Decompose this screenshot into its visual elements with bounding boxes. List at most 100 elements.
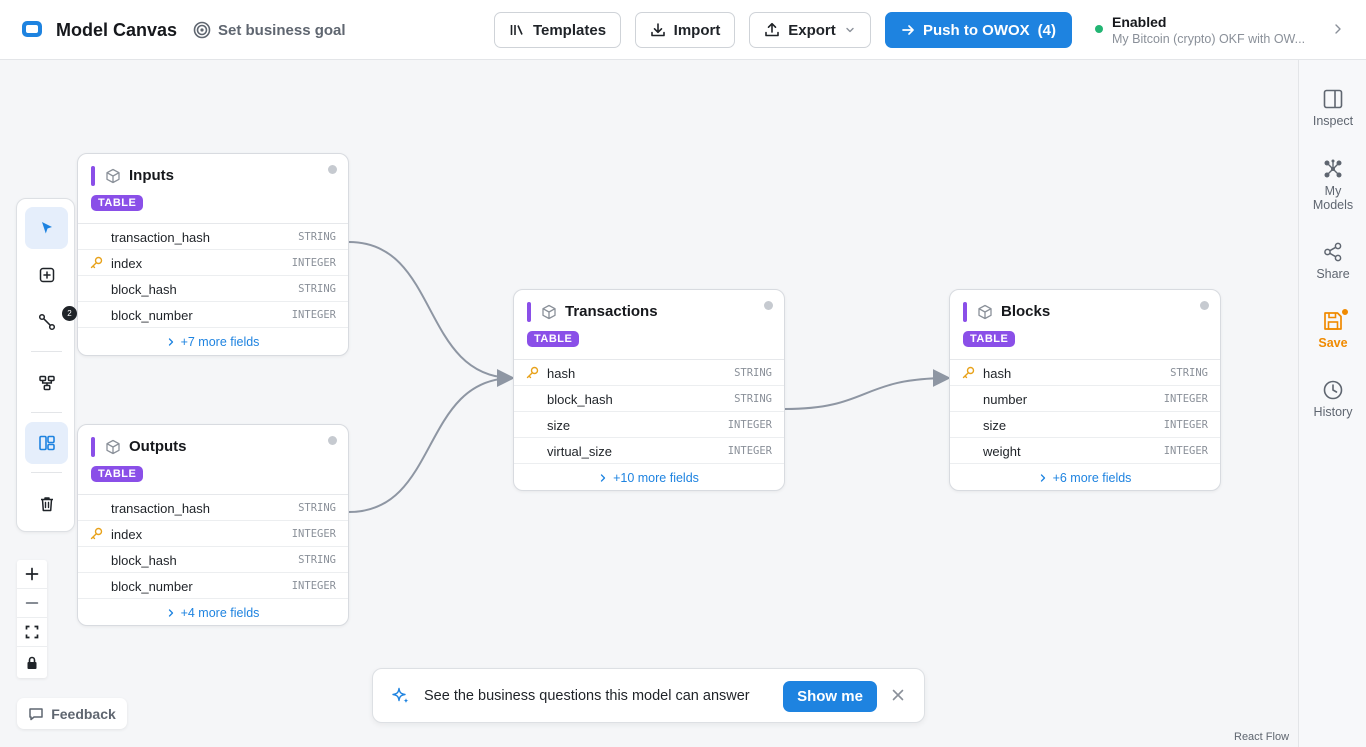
field-name: weight bbox=[983, 444, 1021, 459]
more-fields-link[interactable]: +6 more fields bbox=[950, 464, 1220, 490]
plus-square-icon bbox=[39, 267, 54, 283]
save-button[interactable]: Save bbox=[1299, 308, 1366, 350]
lock-icon bbox=[27, 656, 37, 669]
share-label: Share bbox=[1316, 267, 1350, 281]
arrow-right-icon bbox=[902, 25, 914, 35]
field-row[interactable]: block_hash STRING bbox=[78, 276, 348, 302]
plus-icon bbox=[25, 567, 39, 581]
inspect-button[interactable]: Inspect bbox=[1299, 88, 1366, 128]
show-me-button[interactable]: Show me bbox=[783, 681, 877, 712]
field-row[interactable]: transaction_hash STRING bbox=[78, 495, 348, 521]
field-row[interactable]: block_hash STRING bbox=[78, 547, 348, 573]
field-type: STRING bbox=[298, 554, 336, 566]
cube-icon bbox=[542, 304, 556, 320]
field-name: number bbox=[983, 392, 1028, 407]
feedback-button[interactable]: Feedback bbox=[17, 698, 127, 729]
layout-icon bbox=[38, 435, 55, 451]
cube-icon bbox=[978, 304, 992, 320]
field-type: INTEGER bbox=[1163, 419, 1208, 431]
field-type: STRING bbox=[734, 367, 772, 379]
save-label: Save bbox=[1318, 336, 1348, 350]
node-handle-dot[interactable] bbox=[1200, 301, 1209, 310]
node-outputs[interactable]: Outputs TABLE transaction_hash STRING in… bbox=[77, 424, 349, 626]
react-flow-attribution[interactable]: React Flow bbox=[1234, 731, 1289, 743]
chevron-right-icon bbox=[168, 337, 173, 346]
export-dropdown-button[interactable]: Export bbox=[749, 12, 871, 48]
node-color-bar bbox=[91, 437, 95, 457]
chevron-down-icon bbox=[846, 27, 854, 33]
node-handle-dot[interactable] bbox=[328, 436, 337, 445]
fit-view-button[interactable] bbox=[17, 618, 47, 647]
key-icon bbox=[90, 256, 103, 269]
hierarchy-icon bbox=[38, 375, 55, 391]
my-models-button[interactable]: My Models bbox=[1299, 158, 1366, 212]
node-color-bar bbox=[91, 166, 95, 186]
more-fields-link[interactable]: +7 more fields bbox=[78, 328, 348, 355]
field-row[interactable]: transaction_hash STRING bbox=[78, 224, 348, 250]
unsaved-indicator bbox=[1341, 308, 1349, 316]
select-tool-button[interactable] bbox=[25, 207, 68, 249]
node-blocks[interactable]: Blocks TABLE hash STRING number INTEGER … bbox=[949, 289, 1221, 491]
connect-tool-button[interactable]: 2 bbox=[25, 301, 77, 343]
field-row[interactable]: hash STRING bbox=[950, 360, 1220, 386]
close-icon[interactable] bbox=[891, 688, 905, 702]
node-header: Outputs TABLE bbox=[78, 425, 348, 495]
business-questions-banner: See the business questions this model ca… bbox=[372, 668, 925, 723]
lock-canvas-button[interactable] bbox=[17, 647, 47, 678]
field-row[interactable]: size INTEGER bbox=[950, 412, 1220, 438]
model-status[interactable]: Enabled My Bitcoin (crypto) OKF with OW.… bbox=[1095, 13, 1350, 47]
node-header: Blocks TABLE bbox=[950, 290, 1220, 360]
chevron-right-icon bbox=[1335, 24, 1341, 34]
more-fields-link[interactable]: +4 more fields bbox=[78, 599, 348, 625]
field-row[interactable]: block_hash STRING bbox=[514, 386, 784, 412]
node-handle-dot[interactable] bbox=[764, 301, 773, 310]
app-title: Model Canvas bbox=[56, 20, 178, 40]
banner-text: See the business questions this model ca… bbox=[424, 688, 750, 704]
edge-outputs-transactions[interactable] bbox=[348, 369, 515, 513]
edge-transactions-blocks[interactable] bbox=[784, 369, 951, 410]
more-fields-link[interactable]: +10 more fields bbox=[514, 464, 784, 490]
node-handle-dot[interactable] bbox=[328, 165, 337, 174]
status-dot bbox=[1095, 25, 1103, 33]
push-to-owox-button[interactable]: Push to OWOX (4) bbox=[885, 12, 1072, 48]
share-button[interactable]: Share bbox=[1299, 241, 1366, 281]
field-row[interactable]: block_number INTEGER bbox=[78, 573, 348, 599]
push-count: (4) bbox=[1037, 21, 1056, 39]
import-button[interactable]: Import bbox=[635, 12, 735, 48]
node-transactions[interactable]: Transactions TABLE hash STRING block_has… bbox=[513, 289, 785, 491]
field-row[interactable]: index INTEGER bbox=[78, 521, 348, 547]
field-row[interactable]: block_number INTEGER bbox=[78, 302, 348, 328]
field-type: STRING bbox=[734, 393, 772, 405]
layout-panel-tool-button[interactable] bbox=[25, 422, 68, 464]
download-icon bbox=[650, 23, 665, 37]
field-type: INTEGER bbox=[1163, 393, 1208, 405]
delete-tool-button[interactable] bbox=[25, 483, 68, 525]
node-inputs[interactable]: Inputs TABLE transaction_hash STRING ind… bbox=[77, 153, 349, 356]
field-row[interactable]: weight INTEGER bbox=[950, 438, 1220, 464]
connect-badge: 2 bbox=[62, 306, 77, 321]
edge-inputs-transactions[interactable] bbox=[348, 241, 515, 387]
auto-layout-tool-button[interactable] bbox=[25, 362, 68, 404]
field-row[interactable]: size INTEGER bbox=[514, 412, 784, 438]
field-row[interactable]: hash STRING bbox=[514, 360, 784, 386]
field-type: STRING bbox=[298, 283, 336, 295]
templates-button[interactable]: Templates bbox=[494, 12, 621, 48]
field-type: INTEGER bbox=[291, 580, 336, 592]
sparkles-icon bbox=[392, 687, 409, 704]
field-name: block_number bbox=[111, 308, 193, 323]
pointer-icon bbox=[41, 222, 52, 234]
add-node-tool-button[interactable] bbox=[25, 254, 68, 296]
key-icon bbox=[526, 366, 539, 379]
toolbar-divider bbox=[31, 351, 62, 352]
field-row[interactable]: virtual_size INTEGER bbox=[514, 438, 784, 464]
field-row[interactable]: number INTEGER bbox=[950, 386, 1220, 412]
history-button[interactable]: History bbox=[1299, 379, 1366, 419]
fit-view-icon bbox=[25, 625, 39, 639]
message-icon bbox=[29, 707, 43, 720]
set-business-goal-button[interactable]: Set business goal bbox=[193, 20, 346, 40]
zoom-out-button[interactable] bbox=[17, 589, 47, 618]
zoom-in-button[interactable] bbox=[17, 560, 47, 589]
node-title: Inputs bbox=[129, 167, 174, 184]
table-badge: TABLE bbox=[91, 195, 144, 211]
field-row[interactable]: index INTEGER bbox=[78, 250, 348, 276]
